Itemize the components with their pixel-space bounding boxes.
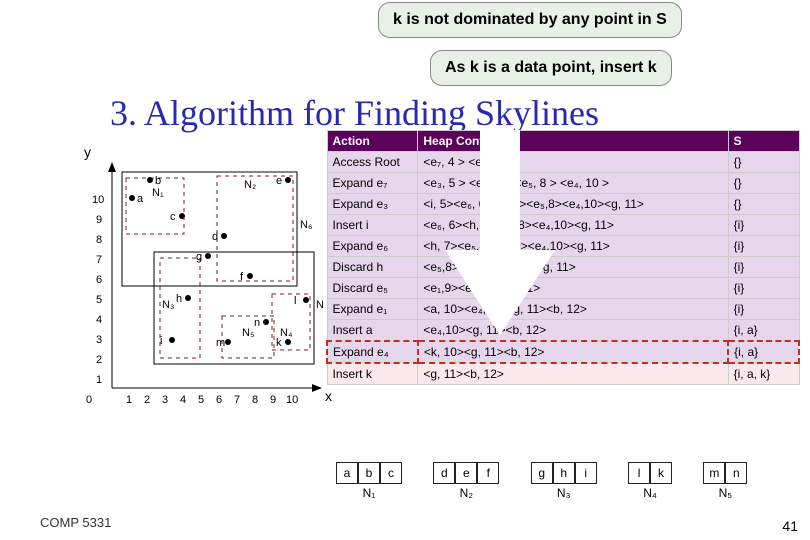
table-row: Access Root<e₇, 4 > <e₆, 6 >{} xyxy=(327,152,799,173)
leaf-n5: m n N₅ xyxy=(703,462,747,500)
table-row: Expand e₃<i, 5><e₆, 6><h, 7><e₅,8><e₄,10… xyxy=(327,194,799,215)
svg-text:l: l xyxy=(294,295,296,307)
leaf-n2: d e f N₂ xyxy=(433,462,499,500)
y-axis-label: y xyxy=(84,144,91,160)
arrow-overlay xyxy=(445,130,555,390)
svg-text:f: f xyxy=(240,271,244,283)
svg-text:e: e xyxy=(276,175,282,187)
table-row: Discard e₅<e₁,9><e₄,10><g, 11>{i} xyxy=(327,278,799,299)
svg-text:N₂: N₂ xyxy=(244,179,256,191)
svg-text:d: d xyxy=(212,231,218,243)
table-row: Expand e₄<k, 10><g, 11><b, 12>{i, a} xyxy=(327,341,799,363)
svg-text:N₆: N₆ xyxy=(300,219,312,231)
trace-table: Action Heap Contents S Access Root<e₇, 4… xyxy=(326,130,800,385)
svg-text:N₃: N₃ xyxy=(162,299,174,311)
footer-text: COMP 5331 xyxy=(40,515,111,530)
table-row: Insert a<e₄,10><g, 11><b, 12>{i, a} xyxy=(327,320,799,342)
x-axis-label: x xyxy=(323,388,334,404)
slide-title: 3. Algorithm for Finding Skylines xyxy=(110,92,599,134)
svg-text:b: b xyxy=(155,175,161,187)
table-row: Discard h<e₅,8><e₁,9><e₄,10><g, 11>{i} xyxy=(327,257,799,278)
svg-text:i: i xyxy=(160,335,162,347)
table-row: Expand e₇<e₃, 5 > <e₆, 6 > <e₅, 8 > <e₄,… xyxy=(327,173,799,194)
svg-text:N₁: N₁ xyxy=(152,187,164,199)
svg-text:N₇: N₇ xyxy=(316,299,324,311)
table-row: Expand e₁<a, 10><e₄,10><g, 11><b, 12>{i} xyxy=(327,299,799,320)
svg-text:N₄: N₄ xyxy=(280,327,293,339)
leaf-n3: g h i N₃ xyxy=(531,462,597,500)
scatter-chart: y x a b c d e f g h i k xyxy=(92,158,324,418)
table-row: Expand e₆<h, 7><e₅,8><e₁,9><e₄,10><g, 11… xyxy=(327,236,799,257)
callout-dominated: k is not dominated by any point in S xyxy=(378,2,682,38)
svg-text:a: a xyxy=(137,193,144,205)
svg-text:m: m xyxy=(216,337,225,349)
slide-number: 41 xyxy=(782,518,798,534)
svg-text:h: h xyxy=(176,293,182,305)
table-row: Insert i<e₆, 6><h, 7><e₅,8><e₄,10><g, 11… xyxy=(327,215,799,236)
svg-text:n: n xyxy=(254,317,260,329)
svg-text:N₅: N₅ xyxy=(242,327,254,339)
leaf-n1: a b c N₁ xyxy=(336,462,402,500)
col-action: Action xyxy=(327,131,418,152)
svg-text:g: g xyxy=(196,251,202,263)
leaf-nodes: a b c N₁ d e f N₂ g h i N₃ l k N₄ m n N xyxy=(336,462,775,500)
table-row: Insert k<g, 11><b, 12>{i, a, k} xyxy=(327,363,799,385)
col-s: S xyxy=(728,131,799,152)
svg-text:c: c xyxy=(170,211,176,223)
leaf-n4: l k N₄ xyxy=(628,462,672,500)
callout-insert: As k is a data point, insert k xyxy=(430,50,672,86)
